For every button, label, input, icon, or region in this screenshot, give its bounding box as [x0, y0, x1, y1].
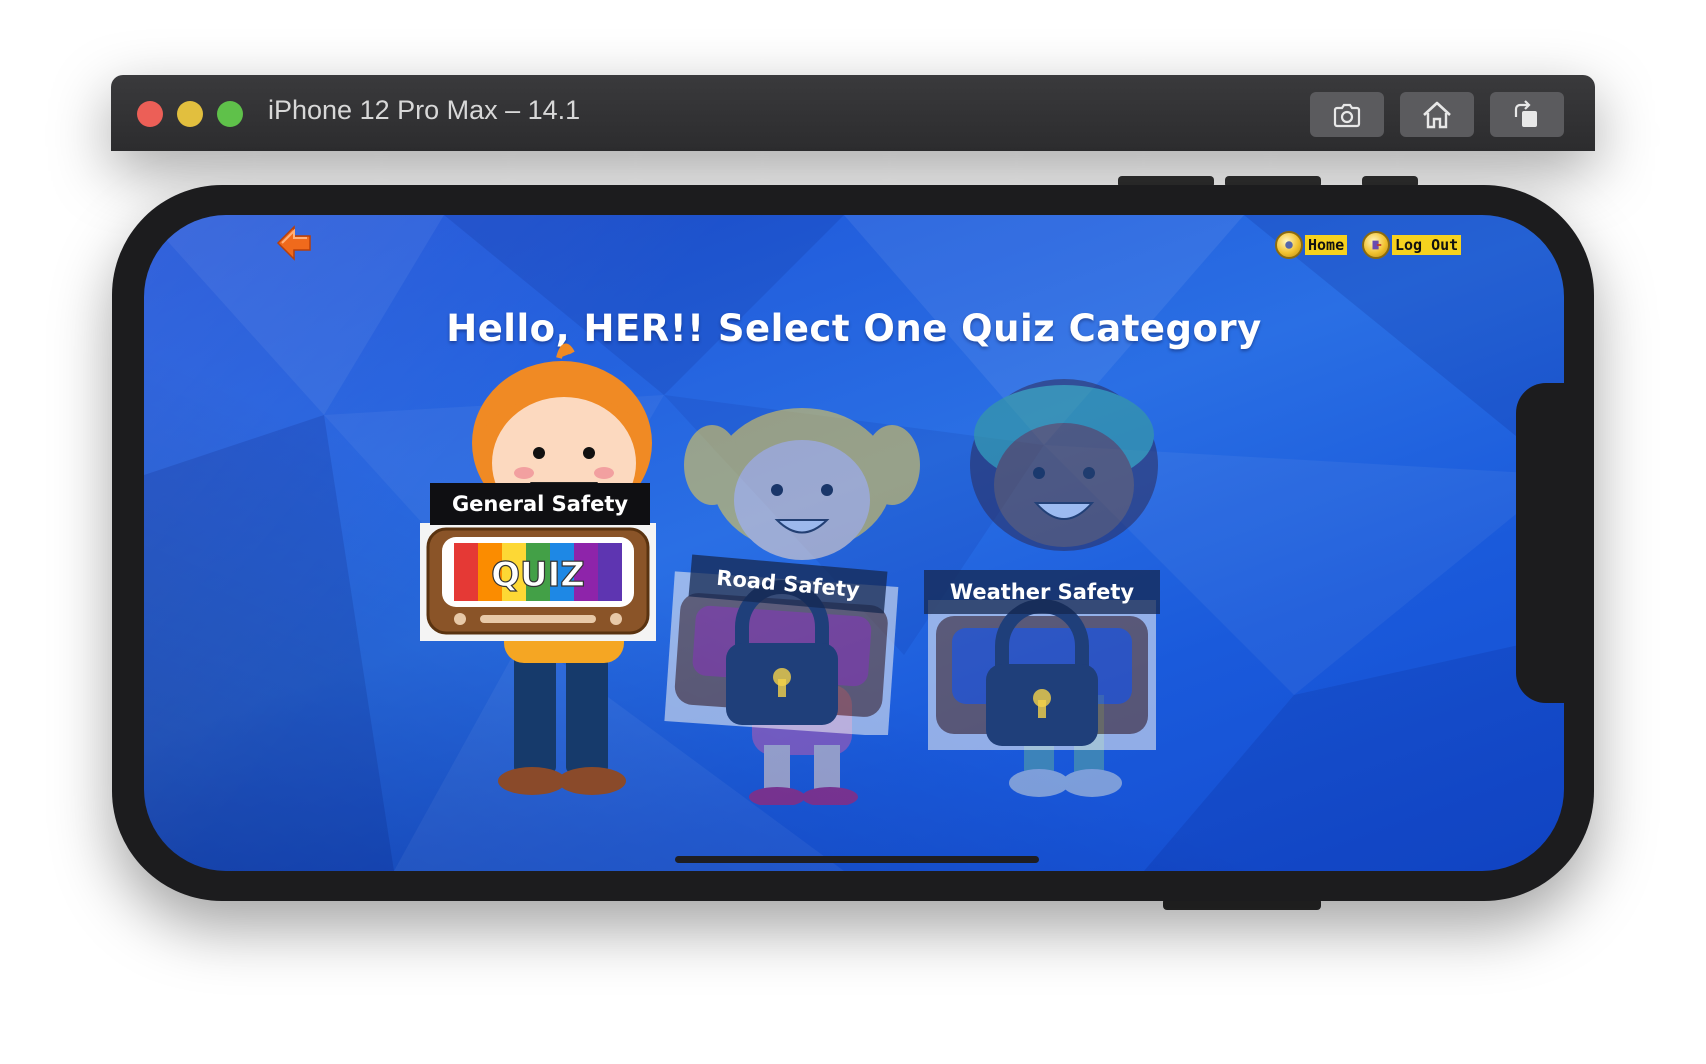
category-label-weather-safety: Weather Safety [924, 570, 1160, 614]
page-title: Hello, HER!! Select One Quiz Category [446, 307, 1262, 350]
quiz-tv-icon: QUIZ [420, 523, 656, 641]
category-label-general-safety: General Safety [430, 483, 650, 525]
zoom-window-button[interactable] [217, 101, 243, 127]
home-icon [1423, 101, 1451, 128]
minimize-window-button[interactable] [177, 101, 203, 127]
home-indicator[interactable] [675, 856, 1039, 863]
logout-coin-icon [1362, 231, 1390, 259]
home-nav-button[interactable]: Home [1275, 231, 1348, 259]
camera-icon [1333, 103, 1361, 127]
category-card-general-safety[interactable]: QUIZ General Safety [420, 483, 656, 643]
category-card-road-safety[interactable]: Road Safety [664, 554, 900, 735]
app-screen: Home Log Out Hello, HER!! Select One Qui… [144, 215, 1564, 871]
device-notch [1516, 383, 1564, 703]
logout-nav-button[interactable]: Log Out [1362, 231, 1462, 259]
quiz-badge-text: QUIZ [491, 555, 585, 595]
back-button[interactable] [274, 223, 314, 263]
close-window-button[interactable] [137, 101, 163, 127]
rotate-icon [1514, 99, 1537, 127]
home-nav-label: Home [1305, 235, 1348, 255]
home-coin-icon [1275, 231, 1303, 259]
logout-nav-label: Log Out [1392, 235, 1462, 255]
home-button[interactable] [1400, 92, 1474, 137]
back-arrow-icon [276, 225, 311, 261]
simulator-title-bar: iPhone 12 Pro Max – 14.1 [111, 75, 1595, 151]
rotate-button[interactable] [1490, 92, 1564, 137]
category-card-weather-safety[interactable]: Weather Safety [924, 570, 1160, 755]
window-title: iPhone 12 Pro Max – 14.1 [268, 95, 581, 125]
screenshot-button[interactable] [1310, 92, 1384, 137]
